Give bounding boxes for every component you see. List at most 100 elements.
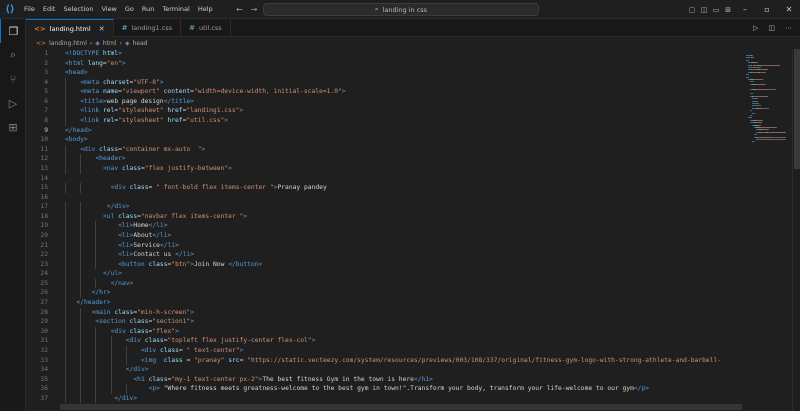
- horizontal-scrollbar[interactable]: [60, 404, 742, 410]
- code-token: <nav: [103, 164, 122, 172]
- back-arrow-icon[interactable]: ←: [236, 5, 243, 14]
- code-token: charset: [102, 78, 130, 86]
- tab-landing-html[interactable]: <> landing.html ✕: [26, 19, 114, 37]
- code-line: 20 <li>About</li>: [26, 230, 742, 241]
- chevron-right-icon: ›: [119, 39, 122, 47]
- breadcrumb-file[interactable]: landing.html: [49, 40, 87, 47]
- code-token: Service: [133, 241, 160, 249]
- code-token: class: [148, 260, 168, 268]
- extensions-icon[interactable]: ⊞: [0, 115, 26, 139]
- run-debug-icon[interactable]: ▷: [0, 91, 26, 115]
- code-token: class: [118, 212, 138, 220]
- menu-item-file[interactable]: File: [20, 0, 39, 19]
- menu-item-edit[interactable]: Edit: [39, 0, 60, 19]
- code-text: <div class= " text-center">: [141, 346, 243, 356]
- customize-layout-icon[interactable]: ⊞: [722, 0, 734, 19]
- vertical-scrollbar[interactable]: [792, 49, 800, 411]
- code-token: </nav>: [110, 279, 134, 287]
- code-token: "width=device-width, initial-scale=1.0": [193, 88, 342, 96]
- line-number: 22: [40, 251, 48, 259]
- breadcrumb-head[interactable]: head: [133, 40, 148, 47]
- code-token: "https://static.vecteezy.com/system/reso…: [247, 356, 722, 364]
- menu-item-go[interactable]: Go: [121, 0, 138, 19]
- close-icon[interactable]: ✕: [99, 25, 105, 33]
- code-token: "en": [106, 59, 122, 67]
- code-editor[interactable]: 1 <!DOCTYPE html> 2 <html lang="en"> 3 <head>…: [26, 49, 742, 411]
- minimap-line: [746, 59, 749, 61]
- code-text: <img class = "pranay" src= "https://stat…: [141, 356, 721, 366]
- scroll-thumb[interactable]: [794, 49, 800, 169]
- menu-item-help[interactable]: Help: [194, 0, 217, 19]
- minimap[interactable]: [742, 49, 792, 411]
- split-layout-icon[interactable]: ◫: [698, 0, 710, 19]
- code-token: class: [159, 346, 179, 354]
- code-line: 10 <body>: [26, 135, 742, 145]
- editor-actions: ▷ ◫ ⋯: [753, 19, 792, 37]
- code-text: <div class="container mx-auto ">: [80, 145, 205, 155]
- minimap-line: [746, 74, 750, 76]
- code-text: </head>: [65, 126, 92, 136]
- menu-item-run[interactable]: Run: [138, 0, 158, 19]
- maximize-button[interactable]: ▫: [756, 0, 778, 19]
- panel-icon[interactable]: ▭: [710, 0, 722, 19]
- layout-icon[interactable]: ▢: [686, 0, 698, 19]
- source-control-icon[interactable]: ⑂: [0, 67, 26, 91]
- line-number: 23: [40, 260, 48, 268]
- code-line: 4 <meta charset="UTF-8">: [26, 77, 742, 88]
- forward-arrow-icon[interactable]: →: [251, 5, 258, 14]
- explorer-files-icon[interactable]: ❐: [0, 19, 26, 43]
- code-line: 25 </nav>: [26, 278, 742, 289]
- split-editor-icon[interactable]: ◫: [768, 24, 775, 32]
- code-token: <link: [80, 107, 103, 115]
- code-line: 2 <html lang="en">: [26, 59, 742, 69]
- code-token: Home: [133, 222, 149, 230]
- code-token: >: [159, 78, 164, 86]
- line-number: 28: [40, 308, 48, 316]
- menu-item-terminal[interactable]: Terminal: [158, 0, 193, 19]
- code-token: </head>: [65, 126, 92, 134]
- menu-item-selection[interactable]: Selection: [59, 0, 97, 19]
- code-line: 21 <li>Service</li>: [26, 240, 742, 251]
- breadcrumb-html[interactable]: html: [103, 40, 117, 47]
- code-token: </ul>: [103, 270, 122, 278]
- line-number: 32: [40, 346, 48, 354]
- line-number: 20: [40, 231, 48, 239]
- minimap-line: [769, 88, 776, 90]
- command-center-text: landing in css: [382, 5, 428, 14]
- menu-item-view[interactable]: View: [97, 0, 120, 19]
- code-text: </hr>: [92, 288, 111, 298]
- tab-landing1-css[interactable]: # landing1.css: [114, 19, 182, 37]
- code-token: </div>: [125, 366, 149, 374]
- code-token: Pranay pandey: [277, 184, 327, 192]
- code-token: "pranay": [194, 356, 229, 364]
- code-token: </hr>: [91, 289, 111, 297]
- code-line: 18 <ul class="navbar flex items-center ">: [26, 211, 742, 222]
- command-center-search[interactable]: ⌕ landing in css: [263, 3, 539, 16]
- code-token: >: [121, 59, 126, 67]
- minimap-line: [756, 100, 759, 102]
- code-text: <div class="topleft flex justify-center …: [126, 336, 316, 346]
- run-icon[interactable]: ▷: [753, 24, 758, 32]
- code-text: <li>Contact us </li>: [118, 250, 194, 260]
- minimap-line: [769, 136, 786, 138]
- code-token: <html: [65, 59, 88, 67]
- code-token: <!DOCTYPE: [65, 50, 103, 57]
- code-token: =: [148, 184, 157, 192]
- code-text: <div class= " font-bold flex items-cente…: [111, 183, 327, 193]
- code-token: class: [114, 308, 134, 316]
- code-token: "UTF-8": [133, 78, 160, 86]
- minimap-line: [746, 76, 749, 78]
- code-token: class: [129, 318, 149, 326]
- code-text: <p> "Where fitness meets greatness-welco…: [149, 384, 649, 394]
- search-view-icon[interactable]: ⌕: [0, 43, 26, 67]
- close-window-button[interactable]: ✕: [778, 0, 800, 19]
- code-text: <link rel="stylesheet" href="landing1.cs…: [80, 106, 243, 116]
- minimize-button[interactable]: –: [734, 0, 756, 19]
- code-text: <head>: [65, 68, 88, 78]
- tab-util-css[interactable]: # util.css: [181, 19, 231, 37]
- code-text: <title>web page design</title>: [80, 97, 194, 107]
- tab-label: landing.html: [49, 24, 91, 33]
- more-actions-icon[interactable]: ⋯: [785, 24, 792, 32]
- line-number: 14: [40, 174, 48, 182]
- code-line: 37 </div>: [26, 393, 742, 404]
